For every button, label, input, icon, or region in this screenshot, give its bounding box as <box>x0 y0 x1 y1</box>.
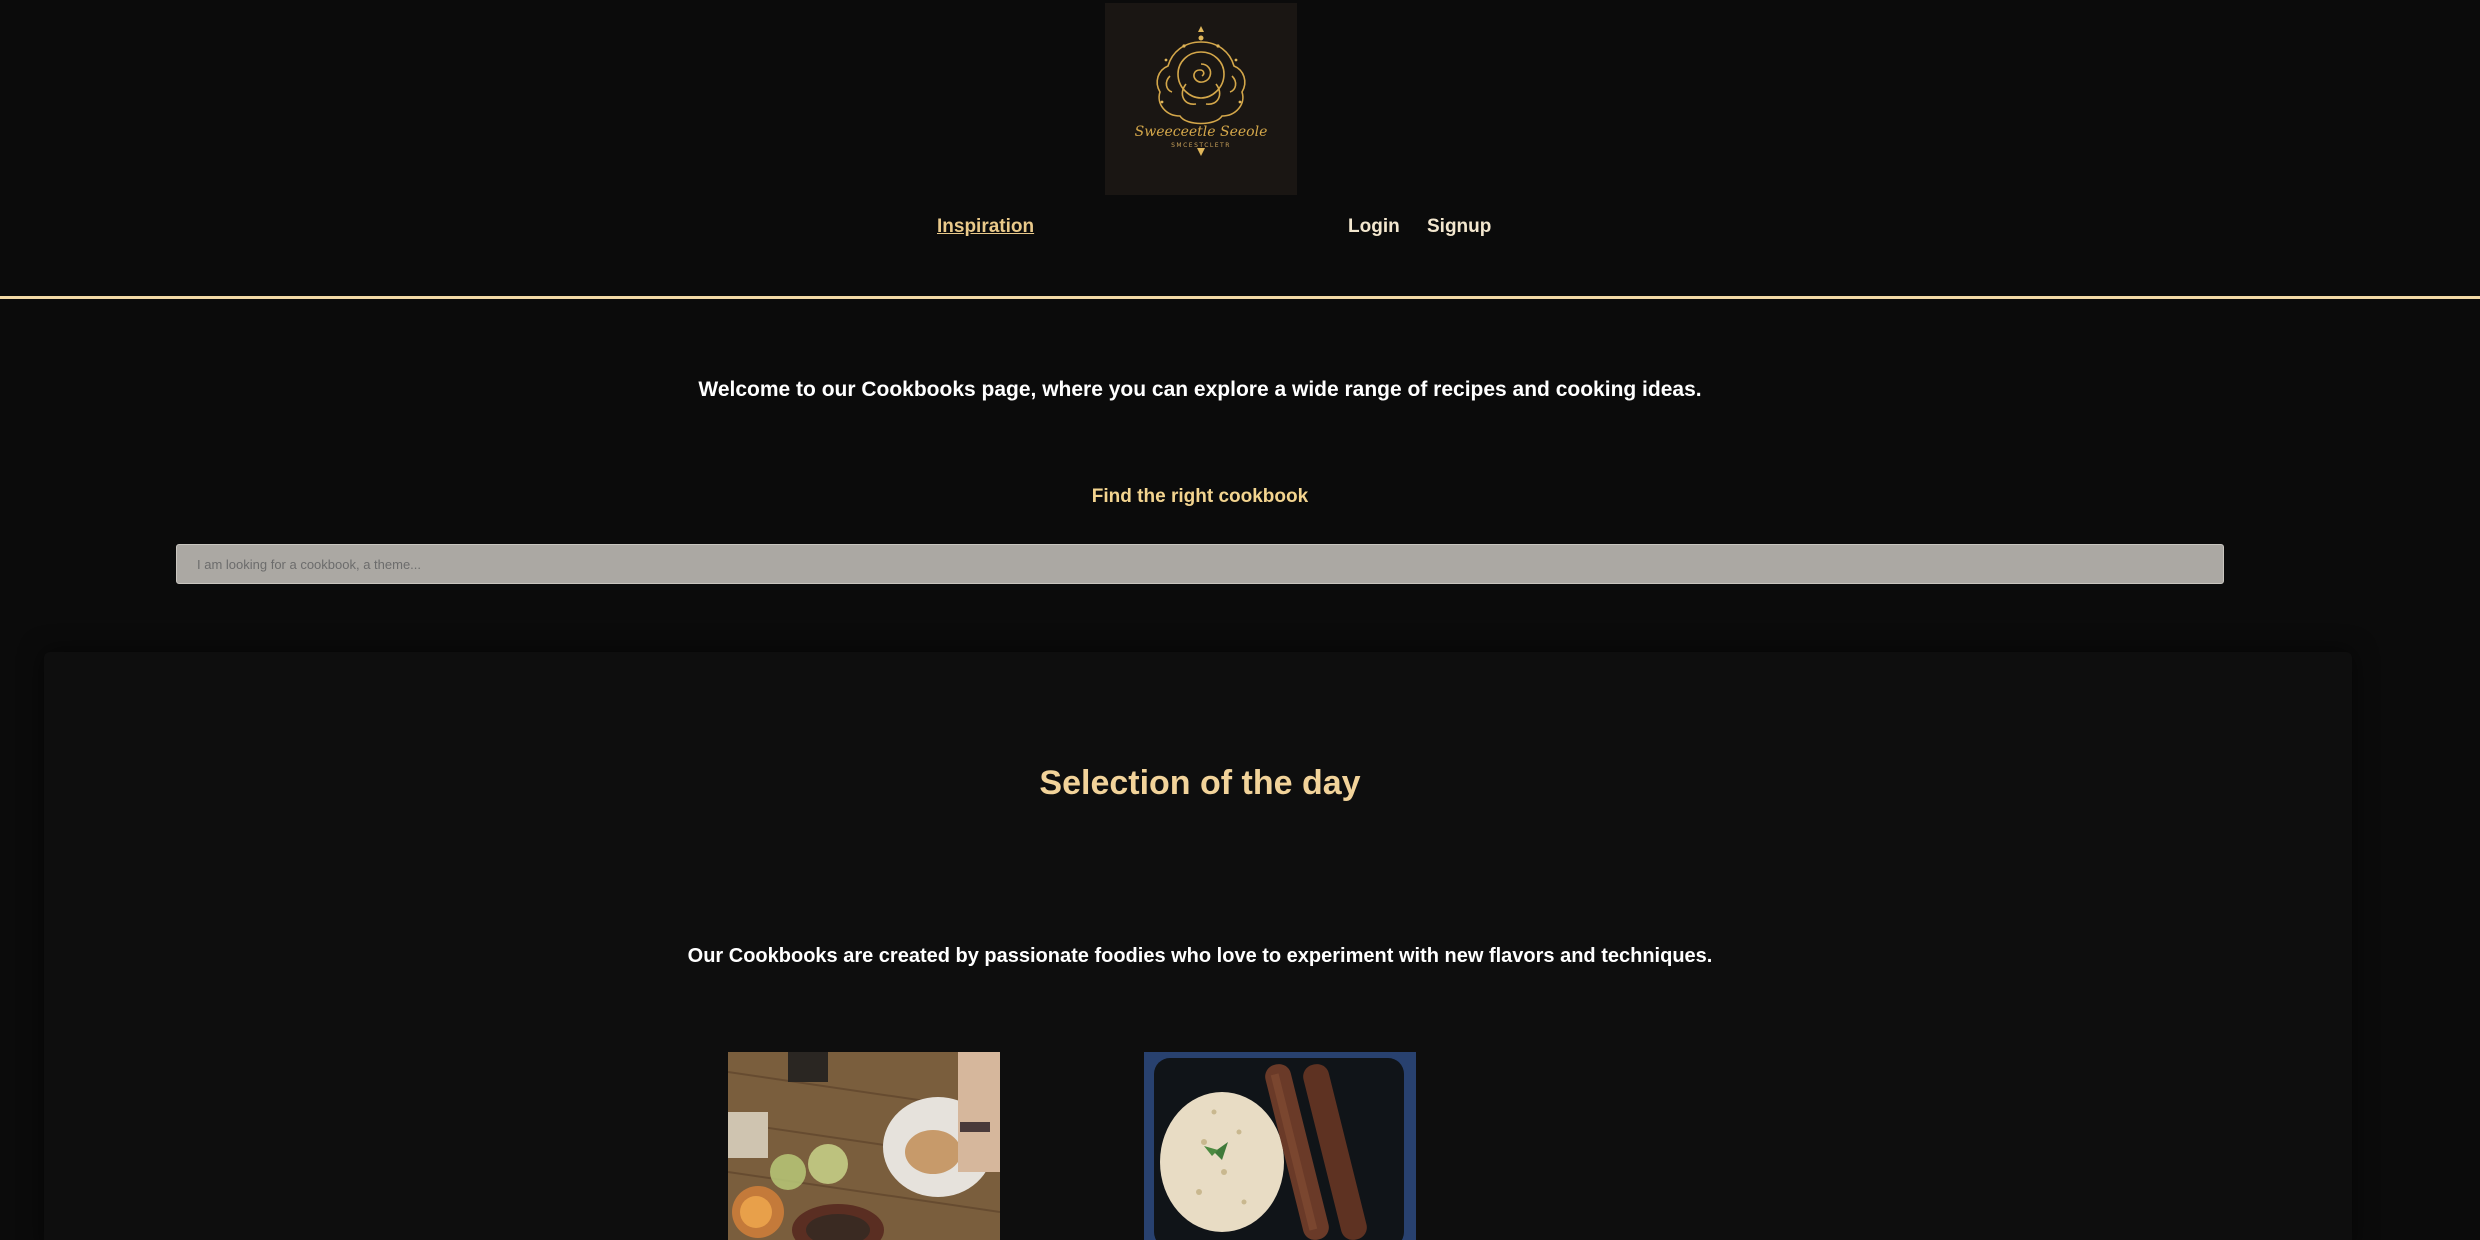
header-divider <box>0 296 2480 299</box>
cookbook-search-input[interactable] <box>176 544 2224 584</box>
svg-text:SMCESTCLETR: SMCESTCLETR <box>1171 142 1231 149</box>
nav-inspiration[interactable]: Inspiration <box>937 216 1034 238</box>
welcome-text: Welcome to our Cookbooks page, where you… <box>698 378 1702 401</box>
cookbook-card-image-2[interactable] <box>1144 1052 1416 1240</box>
svg-text:Sweeceetle Seeole: Sweeceetle Seeole <box>1135 124 1268 140</box>
kebab-rice-photo <box>1144 1052 1416 1240</box>
ornament-logo-icon: Sweeceetle Seeole SMCESTCLETR <box>1135 26 1268 156</box>
nav-login[interactable]: Login <box>1348 216 1400 238</box>
cookbook-card-image-1[interactable] <box>728 1052 1000 1240</box>
table-meal-photo <box>728 1052 1000 1240</box>
nav-signup[interactable]: Signup <box>1427 216 1491 238</box>
cookbooks-page: Sweeceetle Seeole SMCESTCLETR Inspiratio… <box>0 0 2480 1240</box>
selection-description: Our Cookbooks are created by passionate … <box>687 945 1713 967</box>
selection-title: Selection of the day <box>1039 764 1361 802</box>
find-cookbook-title: Find the right cookbook <box>1091 486 1309 507</box>
site-logo[interactable]: Sweeceetle Seeole SMCESTCLETR <box>1105 3 1297 195</box>
